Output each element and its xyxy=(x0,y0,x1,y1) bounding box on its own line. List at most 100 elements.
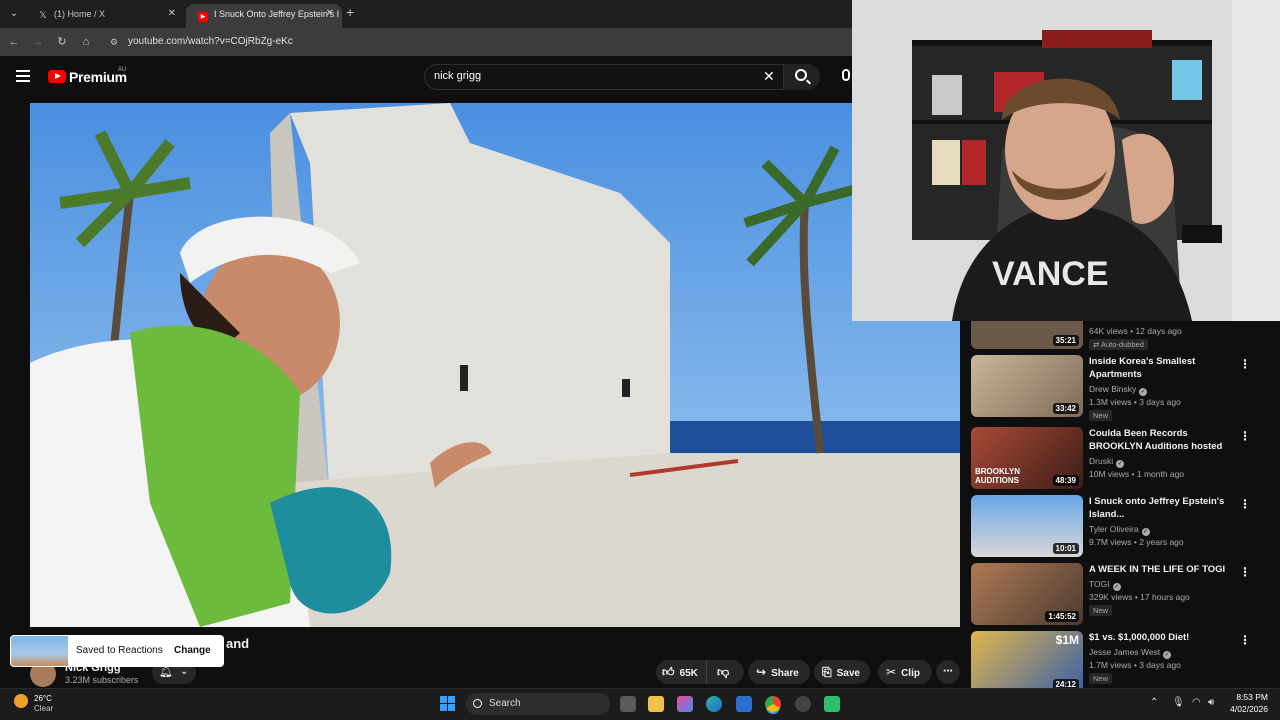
list-item[interactable]: BROOKLYN AUDITIONS 48:39 Coulda Been Rec… xyxy=(971,427,1271,491)
verified-icon: ✓ xyxy=(1141,528,1150,536)
channel-name[interactable]: Jesse James West ✓ xyxy=(1089,647,1172,659)
dislike-button[interactable]: 👎︎ xyxy=(706,660,744,684)
translate-icon: ⇄ xyxy=(1093,340,1101,349)
weather-moon-icon[interactable] xyxy=(14,694,28,708)
save-button[interactable]: ⎘ Save xyxy=(814,660,870,684)
reload-icon[interactable]: ↻ xyxy=(54,34,70,50)
close-tab-icon[interactable]: ✕ xyxy=(168,4,176,24)
youtube-icon: ▶ xyxy=(198,12,208,22)
list-item[interactable]: 33:42 Inside Korea's Smallest Apartments… xyxy=(971,355,1271,421)
app-icon[interactable] xyxy=(824,696,840,712)
thumbnail-text: $1M xyxy=(1055,633,1079,647)
video-player[interactable] xyxy=(30,103,960,627)
taskbar-time[interactable]: 8:53 PM xyxy=(1226,692,1268,702)
recommendations-sidebar: 35:21 64K views • 12 days ago ⇄ Auto-dub… xyxy=(961,321,1280,688)
video-thumbnail[interactable]: BROOKLYN AUDITIONS 48:39 xyxy=(971,427,1083,489)
list-item[interactable]: 1:45:52 A WEEK IN THE LIFE OF TOGI TOGI ✓… xyxy=(971,563,1271,627)
duration-badge: 24:12 xyxy=(1052,679,1079,688)
duration-badge: 35:21 xyxy=(1052,335,1079,346)
taskbar-search-input[interactable] xyxy=(466,693,610,715)
new-badge: New xyxy=(1089,673,1113,684)
url-text[interactable]: youtube.com/watch?v=COjRbZg-eKc xyxy=(128,36,293,47)
taskbar-search-label[interactable]: Search xyxy=(489,698,521,709)
video-title[interactable]: $1 vs. $1,000,000 Diet! xyxy=(1089,631,1229,644)
svg-text:VANCE: VANCE xyxy=(992,255,1109,293)
sidebar-scrollbar[interactable] xyxy=(1271,321,1280,688)
video-thumbnail[interactable]: 1:45:52 xyxy=(971,563,1083,625)
video-meta: 329K views • 17 hours ago xyxy=(1089,592,1190,602)
wifi-icon[interactable]: ◠ xyxy=(1192,697,1201,708)
share-button[interactable]: ↪ Share xyxy=(748,660,810,684)
more-vertical-icon[interactable]: ⋮ xyxy=(1239,497,1251,511)
channel-name[interactable]: Drew Binsky ✓ xyxy=(1089,384,1148,396)
video-meta: 1.7M views • 3 days ago xyxy=(1089,660,1181,670)
verified-icon: ✓ xyxy=(1116,460,1125,468)
duration-badge: 10:01 xyxy=(1052,543,1079,554)
video-meta: 1.3M views • 3 days ago xyxy=(1089,397,1181,407)
volume-icon[interactable]: 🔊︎ xyxy=(1208,697,1214,708)
edge-browser-icon[interactable] xyxy=(706,696,722,712)
list-item[interactable]: 10:01 I Snuck onto Jeffrey Epstein's Isl… xyxy=(971,495,1271,559)
video-title[interactable]: I Snuck onto Jeffrey Epstein's Island... xyxy=(1089,495,1229,521)
obs-studio-icon[interactable] xyxy=(795,696,811,712)
site-info-icon[interactable]: ⚙ xyxy=(106,34,122,50)
verified-icon: ✓ xyxy=(1112,583,1121,591)
video-thumbnail[interactable]: 33:42 xyxy=(971,355,1083,417)
list-item[interactable]: $1M 24:12 $1 vs. $1,000,000 Diet! Jesse … xyxy=(971,631,1271,688)
video-thumbnail[interactable]: $1M 24:12 xyxy=(971,631,1083,688)
taskbar-date[interactable]: 4/02/2026 xyxy=(1226,704,1268,714)
video-title[interactable]: Inside Korea's Smallest Apartments xyxy=(1089,355,1229,381)
close-tab-icon[interactable]: ✕ xyxy=(326,4,334,24)
windows-start-icon[interactable] xyxy=(440,696,456,712)
youtube-logo-icon[interactable] xyxy=(48,70,66,83)
weather-temperature[interactable]: 26°C xyxy=(34,694,52,703)
more-vertical-icon[interactable]: ⋮ xyxy=(1239,429,1251,443)
forward-arrow-icon[interactable]: → xyxy=(30,34,46,50)
video-thumbnail[interactable]: 10:01 xyxy=(971,495,1083,557)
video-thumbnail[interactable]: 35:21 xyxy=(971,321,1083,349)
like-button[interactable]: 👍︎ 65K xyxy=(656,660,706,684)
more-vertical-icon[interactable]: ⋮ xyxy=(1239,633,1251,647)
clear-search-icon[interactable]: ✕ xyxy=(763,68,775,85)
thumbs-up-icon: 👍︎ xyxy=(662,665,675,679)
thumbs-down-icon: 👎︎ xyxy=(717,665,730,679)
microphone-icon[interactable] xyxy=(842,69,850,81)
menu-icon[interactable] xyxy=(16,70,30,82)
toast-change-button[interactable]: Change xyxy=(174,645,211,656)
tab-search-chevron-icon[interactable]: ⌄ xyxy=(6,6,22,22)
task-view-icon[interactable] xyxy=(620,696,636,712)
search-query[interactable]: nick grigg xyxy=(434,70,481,82)
back-arrow-icon[interactable]: ← xyxy=(6,34,22,50)
microphone-icon[interactable]: 🎙︎ xyxy=(1172,697,1185,708)
chevron-down-icon: ⌄ xyxy=(180,666,189,677)
chrome-browser-icon[interactable] xyxy=(765,696,781,712)
bookmark-icon: ⎘ xyxy=(822,665,832,679)
video-title[interactable]: A WEEK IN THE LIFE OF TOGI xyxy=(1089,563,1229,576)
channel-name[interactable]: Druski ✓ xyxy=(1089,456,1125,468)
weather-description[interactable]: Clear xyxy=(34,704,53,713)
more-vertical-icon[interactable]: ⋮ xyxy=(1239,357,1251,371)
subscriber-count: 3.23M subscribers xyxy=(65,675,139,685)
tab-youtube-video[interactable]: ▶ I Snuck Onto Jeffrey Epstein's I ✕ xyxy=(186,4,342,28)
channel-name[interactable]: Tyler Oliveira ✓ xyxy=(1089,524,1150,536)
mail-icon[interactable] xyxy=(736,696,752,712)
more-actions-button[interactable]: ⋯ xyxy=(936,660,960,684)
search-icon[interactable] xyxy=(795,69,807,81)
tray-overflow-chevron-icon[interactable]: ⌃ xyxy=(1150,697,1158,708)
tab-label: I Snuck Onto Jeffrey Epstein's I xyxy=(214,9,340,19)
video-meta: 9.7M views • 2 years ago xyxy=(1089,537,1184,547)
like-count: 65K xyxy=(679,668,698,679)
tab-label: (1) Home / X xyxy=(54,9,106,19)
channel-name[interactable]: TOGI ✓ xyxy=(1089,579,1121,591)
clip-button[interactable]: ✂ Clip xyxy=(878,660,932,684)
list-item[interactable]: 35:21 64K views • 12 days ago ⇄ Auto-dub… xyxy=(971,321,1271,351)
file-explorer-icon[interactable] xyxy=(648,696,664,712)
search-icon xyxy=(473,699,482,708)
video-title[interactable]: Coulda Been Records BROOKLYN Auditions h… xyxy=(1089,427,1229,454)
copilot-icon[interactable] xyxy=(677,696,693,712)
home-icon[interactable]: ⌂ xyxy=(78,34,94,50)
more-vertical-icon[interactable]: ⋮ xyxy=(1239,565,1251,579)
tab-x-home[interactable]: 𝕏 (1) Home / X ✕ xyxy=(26,4,184,28)
new-tab-button[interactable]: + xyxy=(346,4,354,20)
more-horizontal-icon: ⋯ xyxy=(943,666,953,677)
